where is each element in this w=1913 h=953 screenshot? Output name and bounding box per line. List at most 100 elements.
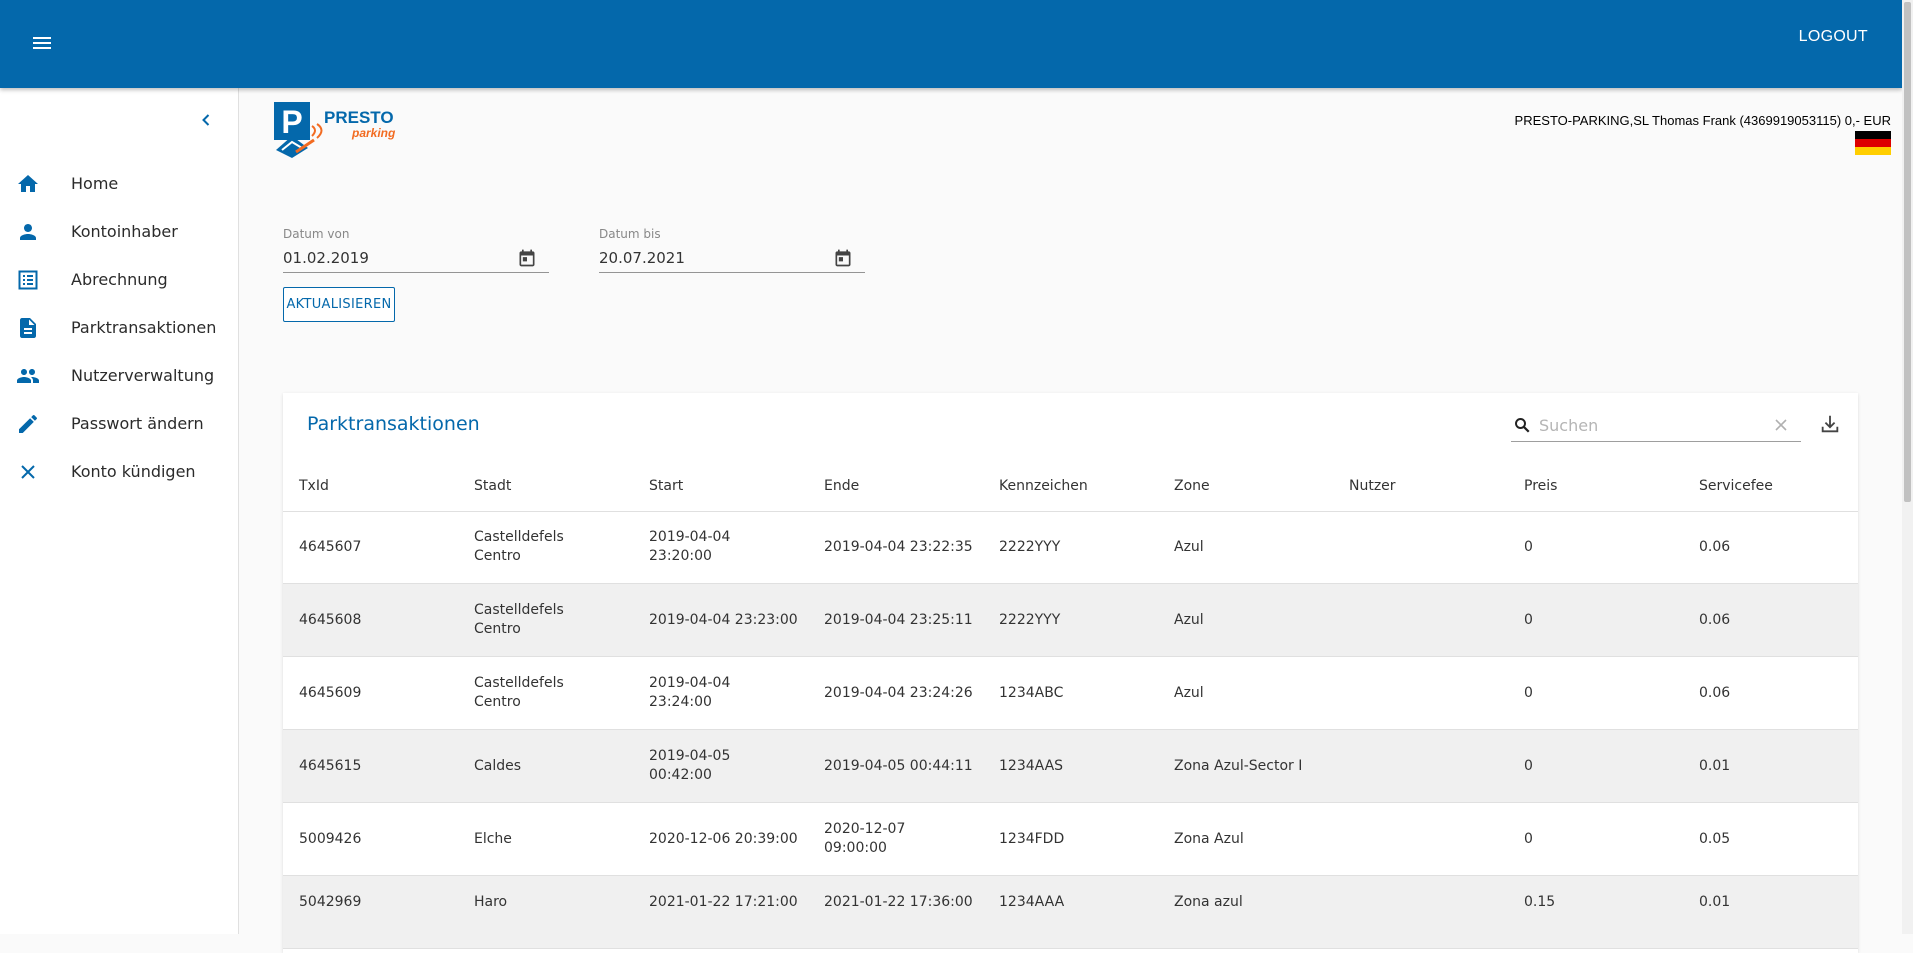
cell-servicefee: 0.06 — [1699, 538, 1731, 555]
sidebar-item-konto-kuendigen[interactable]: Konto kündigen — [0, 448, 238, 496]
cell-start: 2019-04-04 23:20:00 — [649, 529, 731, 564]
chevron-left-icon[interactable] — [196, 110, 216, 130]
account-info: PRESTO-PARKING,SL Thomas Frank (43699190… — [1514, 113, 1891, 128]
cell-preis: 0 — [1524, 684, 1533, 701]
table-row[interactable]: 4645608 Castelldefels Centro 2019-04-04 … — [283, 584, 1858, 657]
cell-txid: 5009426 — [299, 830, 362, 847]
sidebar-item-label: Kontoinhaber — [71, 222, 178, 241]
date-to-value: 20.07.2021 — [599, 249, 685, 267]
column-header-stadt[interactable]: Stadt — [474, 478, 511, 494]
svg-text:parking: parking — [351, 126, 396, 140]
refresh-button[interactable]: AKTUALISIEREN — [283, 287, 395, 322]
cell-start: 2019-04-05 00:42:00 — [649, 748, 731, 783]
cell-stadt: Castelldefels Centro — [474, 675, 564, 710]
table-row[interactable]: 4645607 Castelldefels Centro 2019-04-04 … — [283, 511, 1858, 584]
cell-kennzeichen: 1234FDD — [999, 830, 1065, 847]
calendar-icon[interactable] — [833, 248, 853, 268]
search-input[interactable] — [1539, 413, 1759, 437]
sidebar-item-label: Home — [71, 174, 119, 193]
column-header-kennzeichen[interactable]: Kennzeichen — [999, 478, 1088, 494]
hamburger-menu-icon[interactable] — [30, 30, 56, 56]
date-from-field[interactable]: Datum von 01.02.2019 — [283, 227, 549, 273]
column-header-zone[interactable]: Zone — [1174, 478, 1210, 494]
sidebar-item-label: Parktransaktionen — [71, 318, 217, 337]
column-header-servicefee[interactable]: Servicefee — [1699, 478, 1773, 494]
table-row[interactable]: 5009426 Elche 2020-12-06 20:39:00 2020-1… — [283, 803, 1858, 876]
sidebar-item-abrechnung[interactable]: Abrechnung — [0, 256, 238, 304]
cell-txid: 4645608 — [299, 611, 362, 628]
download-icon[interactable] — [1819, 413, 1841, 435]
column-header-nutzer[interactable]: Nutzer — [1349, 478, 1396, 494]
cell-txid: 4645615 — [299, 757, 362, 774]
cell-servicefee: 0.01 — [1699, 893, 1731, 910]
presto-parking-logo: P PRESTO parking — [274, 102, 404, 162]
column-header-txid[interactable]: TxId — [299, 478, 329, 494]
main-content: P PRESTO parking PRESTO-PARKING,SL Thoma… — [239, 88, 1891, 953]
sidebar-item-label: Nutzerverwaltung — [71, 366, 215, 385]
date-to-input[interactable]: 20.07.2021 — [599, 246, 865, 273]
cell-ende: 2019-04-04 23:22:35 — [824, 538, 973, 555]
search-field[interactable] — [1511, 407, 1801, 442]
cell-txid: 4645607 — [299, 538, 362, 555]
cell-preis: 0.15 — [1524, 893, 1556, 910]
sidebar-item-nutzerverwaltung[interactable]: Nutzerverwaltung — [0, 352, 238, 400]
cell-zone: Azul — [1174, 684, 1204, 701]
cell-servicefee: 0.01 — [1699, 757, 1731, 774]
sidebar: Home Kontoinhaber Abrechnung Parktransak… — [0, 88, 239, 934]
date-from-value: 01.02.2019 — [283, 249, 369, 267]
cell-zone: Zona azul — [1174, 893, 1243, 910]
table-row[interactable]: 4645615 Caldes 2019-04-05 00:42:00 2019-… — [283, 730, 1858, 803]
german-flag-icon[interactable] — [1855, 131, 1891, 155]
date-from-label: Datum von — [283, 227, 350, 241]
cell-kennzeichen: 2222YYY — [999, 538, 1061, 555]
cell-kennzeichen: 2222YYY — [999, 611, 1061, 628]
person-icon — [16, 220, 40, 244]
column-header-ende[interactable]: Ende — [824, 478, 859, 494]
sidebar-item-label: Passwort ändern — [71, 414, 204, 433]
people-icon — [16, 364, 40, 388]
cell-start: 2021-01-22 17:21:00 — [649, 893, 798, 910]
cell-servicefee: 0.06 — [1699, 611, 1731, 628]
card-title: Parktransaktionen — [307, 413, 480, 435]
calendar-icon[interactable] — [517, 248, 537, 268]
list-icon — [16, 268, 40, 292]
cell-ende: 2019-04-04 23:25:11 — [824, 611, 973, 628]
sidebar-item-home[interactable]: Home — [0, 160, 238, 208]
cell-ende: 2019-04-04 23:24:26 — [824, 684, 973, 701]
date-from-input[interactable]: 01.02.2019 — [283, 246, 549, 273]
cell-start: 2019-04-04 23:24:00 — [649, 675, 731, 710]
home-icon — [16, 172, 40, 196]
column-header-preis[interactable]: Preis — [1524, 478, 1557, 494]
date-to-field[interactable]: Datum bis 20.07.2021 — [599, 227, 865, 273]
cell-kennzeichen: 1234AAA — [999, 893, 1065, 910]
svg-text:P: P — [281, 104, 302, 140]
table-row[interactable]: 4645609 Castelldefels Centro 2019-04-04 … — [283, 657, 1858, 730]
cell-preis: 0 — [1524, 830, 1533, 847]
sidebar-item-kontoinhaber[interactable]: Kontoinhaber — [0, 208, 238, 256]
transactions-card: Parktransaktionen TxId Stadt Start Ende … — [283, 393, 1858, 953]
close-icon — [16, 460, 40, 484]
page-scrollbar[interactable] — [1902, 0, 1913, 934]
cell-txid: 4645609 — [299, 684, 362, 701]
cell-preis: 0 — [1524, 757, 1533, 774]
cell-zone: Zona Azul-Sector I — [1174, 757, 1303, 774]
cell-preis: 0 — [1524, 538, 1533, 555]
logout-button[interactable]: LOGOUT — [1793, 24, 1874, 50]
cell-ende: 2021-01-22 17:36:00 — [824, 893, 973, 910]
scrollbar-thumb[interactable] — [1904, 2, 1911, 502]
cell-zone: Azul — [1174, 611, 1204, 628]
cell-preis: 0 — [1524, 611, 1533, 628]
column-header-start[interactable]: Start — [649, 478, 683, 494]
sidebar-item-passwort-aendern[interactable]: Passwort ändern — [0, 400, 238, 448]
table-row[interactable]: 5042969 Haro 2021-01-22 17:21:00 2021-01… — [283, 876, 1858, 949]
table-header: TxId Stadt Start Ende Kennzeichen Zone N… — [283, 463, 1858, 512]
cell-servicefee: 0.06 — [1699, 684, 1731, 701]
cell-start: 2019-04-04 23:23:00 — [649, 611, 798, 628]
cell-stadt: Castelldefels Centro — [474, 602, 564, 637]
cell-ende: 2020-12-07 09:00:00 — [824, 821, 906, 856]
clear-search-icon[interactable] — [1773, 417, 1789, 433]
cell-zone: Zona Azul — [1174, 830, 1244, 847]
sidebar-item-label: Abrechnung — [71, 270, 168, 289]
sidebar-item-parktransaktionen[interactable]: Parktransaktionen — [0, 304, 238, 352]
cell-kennzeichen: 1234ABC — [999, 684, 1064, 701]
